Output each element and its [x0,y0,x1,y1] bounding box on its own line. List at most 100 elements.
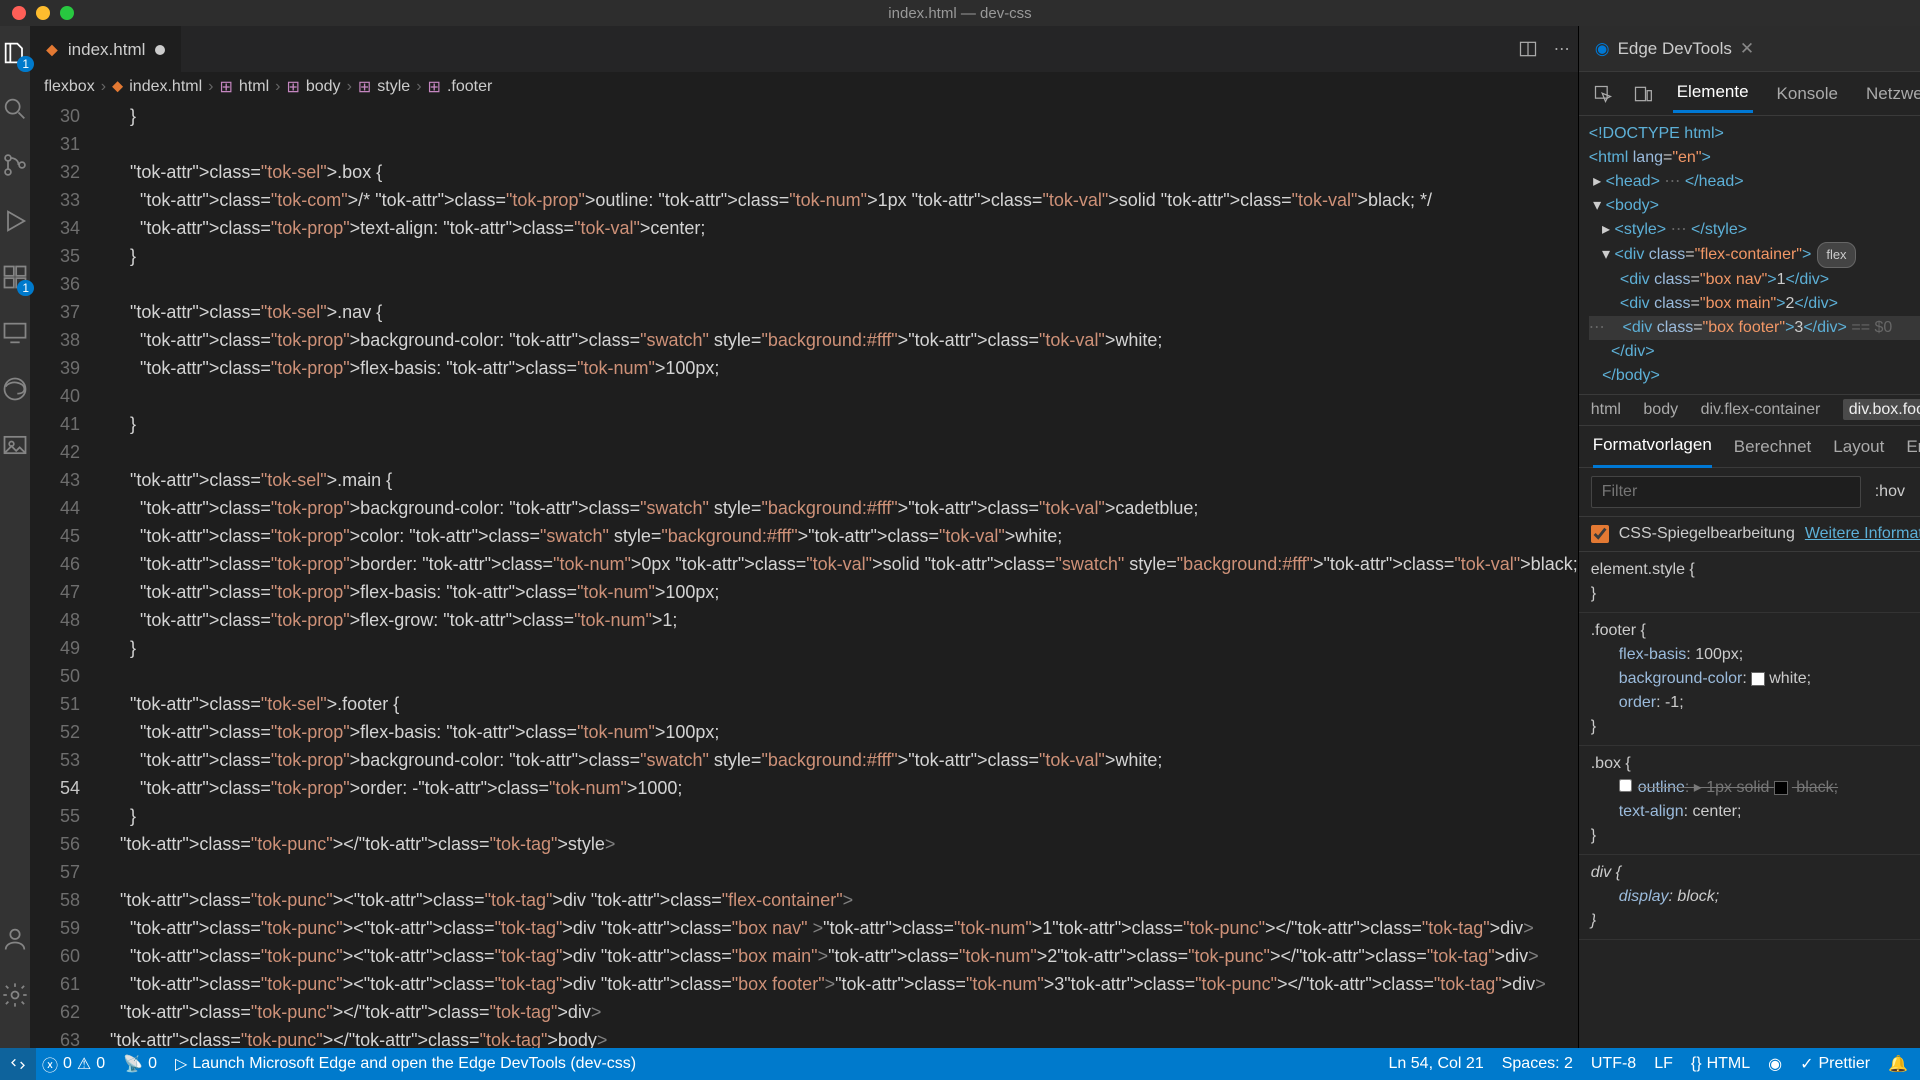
status-edge[interactable]: ◉ [1768,1054,1782,1074]
crumb[interactable]: index.html [129,78,202,96]
tab-ereignislistener[interactable]: Ereignislistener [1906,426,1920,468]
crumb[interactable]: div.flex-container [1701,401,1821,418]
prop-checkbox[interactable] [1619,779,1632,792]
remote-icon[interactable] [0,318,30,348]
crumb[interactable]: body [306,78,341,96]
close-icon[interactable]: ✕ [1740,39,1754,59]
devtools-tabgroup: ◉ Edge DevTools ✕ ⋯ [1579,26,1920,72]
edge-icon[interactable] [0,374,30,404]
eq0: == $0 [1851,319,1892,336]
crumb[interactable]: flexbox [44,78,95,96]
crumb[interactable]: style [377,78,410,96]
status-launch[interactable]: ▷Launch Microsoft Edge and open the Edge… [175,1054,636,1074]
close-icon[interactable] [12,6,26,20]
html-file-icon: ⬥ [46,40,58,60]
remote-button[interactable] [0,1048,36,1080]
titlebar: index.html — dev-css [0,0,1920,26]
crumb[interactable]: .footer [447,78,492,96]
edge-icon: ◉ [1768,1054,1782,1074]
explorer-badge: 1 [17,56,34,72]
rule-div[interactable]: Benutzer-Agent-Stylesheet div { display:… [1579,855,1920,940]
antenna-icon: 📡 [123,1054,143,1074]
device-icon[interactable] [1633,84,1653,104]
tab-elemente[interactable]: Elemente [1673,74,1753,113]
devtools-toolbar: Elemente Konsole Netzwerk » ＋ [1579,72,1920,116]
editor-tabs: ⬥ index.html ⋯ [30,26,1578,72]
crumb[interactable]: body [1643,401,1678,418]
status-bar: ⓧ0 ⚠0 📡0 ▷Launch Microsoft Edge and open… [0,1048,1920,1080]
crumb[interactable]: div.box.footer [1843,399,1920,420]
dom-breadcrumbs[interactable]: html body div.flex-container div.box.foo… [1579,395,1920,426]
mirror-checkbox[interactable] [1591,525,1609,543]
bell-icon: 🔔 [1888,1054,1908,1074]
more-icon[interactable]: ⋯ [1546,39,1578,59]
dirty-indicator-icon [155,45,165,55]
status-prettier[interactable]: ✓Prettier [1800,1054,1870,1074]
status-lang[interactable]: {}HTML [1691,1055,1750,1073]
minimize-icon[interactable] [36,6,50,20]
explorer-icon[interactable]: 1 [0,38,30,68]
bracket-icon: ⊞ [358,77,371,97]
warning-icon: ⚠ [77,1054,91,1074]
mirror-label: CSS-Spiegelbearbeitung [1619,525,1795,543]
dom-tree[interactable]: <!DOCTYPE html> <html lang="en"> ▸ <head… [1579,116,1920,395]
activity-bar: 1 1 [0,26,30,1048]
status-errors[interactable]: ⓧ0 ⚠0 [42,1052,105,1076]
rule-element-style[interactable]: element.style { } [1579,552,1920,613]
tab-berechnet[interactable]: Berechnet [1734,426,1812,468]
error-icon: ⓧ [42,1052,58,1076]
devtools-panel: ◉ Edge DevTools ✕ ⋯ Elemente Konsole Net… [1578,26,1920,1048]
mirror-editing-row: CSS-Spiegelbearbeitung Weitere Informati… [1579,517,1920,552]
code-editor[interactable]: 3031323334353637383940414243444546474849… [30,102,1578,1048]
window-title: index.html — dev-css [888,5,1031,22]
status-encoding[interactable]: UTF-8 [1591,1055,1636,1073]
extensions-icon[interactable]: 1 [0,262,30,292]
bracket-icon: ⊞ [286,77,299,97]
bracket-icon: {} [1691,1055,1702,1073]
breadcrumbs[interactable]: flexbox› ⬥index.html› ⊞html› ⊞body› ⊞sty… [30,72,1578,102]
tab-label: index.html [68,40,145,60]
html-file-icon: ⬥ [112,78,123,96]
tab-formatvorlagen[interactable]: Formatvorlagen [1593,426,1712,468]
tab-layout[interactable]: Layout [1833,426,1884,468]
split-editor-icon[interactable] [1510,39,1546,59]
mirror-info-link[interactable]: Weitere Informationen zur Spiegelbearbei… [1805,525,1920,543]
gear-icon[interactable] [0,980,30,1010]
rule-box[interactable]: (Index):34 .box { outline: ▸ 1px solid b… [1579,746,1920,855]
filter-input[interactable] [1591,476,1861,508]
debug-icon[interactable] [0,206,30,236]
bracket-icon: ⊞ [428,77,441,97]
source-control-icon[interactable] [0,150,30,180]
debug-icon: ▷ [175,1054,187,1074]
check-icon: ✓ [1800,1054,1813,1074]
status-spaces[interactable]: Spaces: 2 [1502,1055,1573,1073]
image-icon[interactable] [0,430,30,460]
line-gutter: 3031323334353637383940414243444546474849… [30,102,100,1048]
search-icon[interactable] [0,94,30,124]
tab-konsole[interactable]: Konsole [1773,76,1842,112]
tab-label: Edge DevTools [1618,39,1732,59]
extensions-badge: 1 [17,280,34,296]
tab-edge-devtools[interactable]: ◉ Edge DevTools ✕ [1579,26,1770,72]
status-bell[interactable]: 🔔 [1888,1054,1908,1074]
style-rules[interactable]: element.style { } (Index):53 .footer { f… [1579,552,1920,1048]
tab-index-html[interactable]: ⬥ index.html [30,26,181,72]
editor: ⬥ index.html ⋯ flexbox› ⬥index.html› ⊞ht… [30,26,1578,1048]
status-ports[interactable]: 📡0 [123,1054,157,1074]
status-eol[interactable]: LF [1654,1055,1673,1073]
rule-footer[interactable]: (Index):53 .footer { flex-basis: 100px; … [1579,613,1920,746]
styles-tabs: Formatvorlagen Berechnet Layout Ereignis… [1579,426,1920,468]
crumb[interactable]: html [1591,401,1621,418]
code-lines[interactable]: } "tok-attr">class="tok-sel">.box { "tok… [100,102,1578,1048]
hov-toggle[interactable]: :hov [1875,483,1905,501]
edge-icon: ◉ [1595,39,1610,59]
account-icon[interactable] [0,924,30,954]
inspect-icon[interactable] [1593,84,1613,104]
tab-netzwerk[interactable]: Netzwerk [1862,76,1920,112]
status-cursor[interactable]: Ln 54, Col 21 [1389,1055,1484,1073]
flex-badge[interactable]: flex [1817,242,1855,268]
crumb[interactable]: html [239,78,269,96]
styles-filter-bar: :hov .cls ＋ 🖶 ⊡ [1579,468,1920,517]
bracket-icon: ⊞ [219,77,232,97]
maximize-icon[interactable] [60,6,74,20]
